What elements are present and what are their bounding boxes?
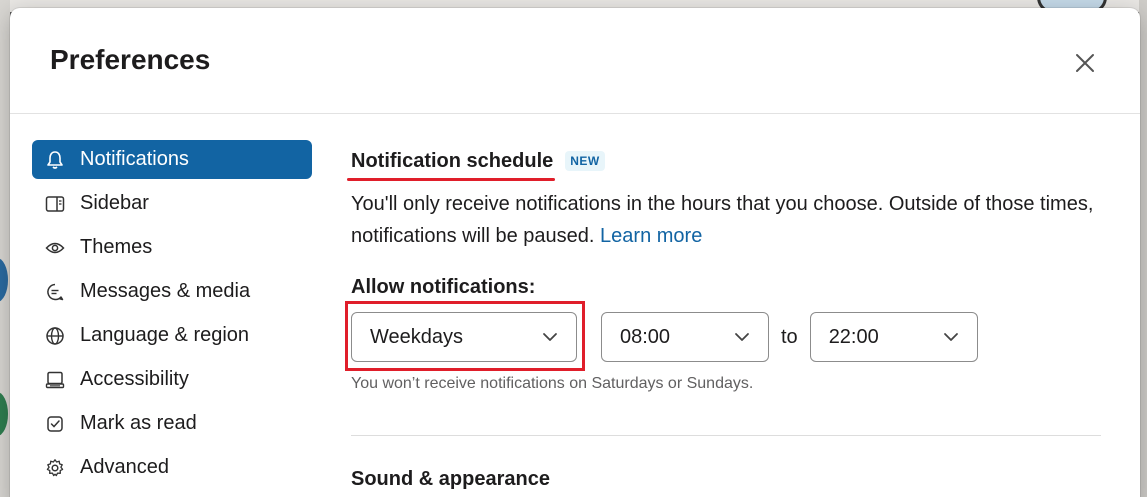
- sidebar-item-label: Notifications: [80, 148, 189, 170]
- sidebar-item-label: Messages & media: [80, 280, 251, 302]
- to-label: to: [781, 325, 798, 348]
- background-right-edge: [1139, 0, 1147, 497]
- check-square-icon: [44, 413, 66, 435]
- keyboard-icon: [44, 369, 66, 391]
- schedule-hint: You won’t receive notifications on Satur…: [351, 375, 754, 392]
- section-divider: [351, 435, 1101, 436]
- chevron-down-icon: [943, 333, 958, 341]
- gear-icon: [44, 457, 66, 479]
- section-description: You'll only receive notifications in the…: [351, 188, 1111, 252]
- allow-notifications-label: Allow notifications:: [351, 276, 536, 298]
- preferences-sidebar: Notifications Sidebar Themes Messages & …: [32, 140, 312, 492]
- start-time-select[interactable]: 08:00: [601, 312, 769, 362]
- sidebar-item-label: Mark as read: [80, 412, 197, 434]
- modal-title: Preferences: [50, 44, 211, 75]
- sidebar-item-language-region[interactable]: Language & region: [32, 316, 312, 355]
- sidebar-item-label: Advanced: [80, 456, 169, 478]
- modal-header: Preferences: [10, 8, 1140, 114]
- start-time-value: 08:00: [620, 325, 671, 348]
- sidebar-item-themes[interactable]: Themes: [32, 228, 312, 267]
- day-select-value: Weekdays: [370, 325, 464, 348]
- notifications-panel: Notification schedule NEW You'll only re…: [345, 148, 1111, 491]
- sidebar-item-mark-as-read[interactable]: Mark as read: [32, 404, 312, 443]
- learn-more-link[interactable]: Learn more: [600, 225, 702, 247]
- sound-appearance-title: Sound & appearance: [351, 468, 550, 490]
- eye-icon: [44, 237, 66, 259]
- section-header: Notification schedule NEW: [347, 148, 1111, 181]
- schedule-controls: Weekdays 08:00 to 22:00: [345, 301, 1111, 371]
- new-badge: NEW: [565, 151, 605, 171]
- sidebar-item-label: Sidebar: [80, 192, 149, 214]
- preferences-modal: Preferences Notifications Sidebar Themes: [10, 8, 1140, 497]
- chevron-down-icon: [735, 333, 749, 341]
- sidebar-item-label: Language & region: [80, 324, 250, 346]
- message-icon: [44, 281, 66, 303]
- close-button[interactable]: [1070, 48, 1100, 78]
- globe-icon: [44, 325, 66, 347]
- chevron-down-icon: [543, 333, 557, 341]
- sidebar-item-sidebar[interactable]: Sidebar: [32, 184, 312, 223]
- end-time-select[interactable]: 22:00: [809, 312, 978, 362]
- sidebar-icon: [44, 193, 66, 215]
- day-select[interactable]: Weekdays: [351, 312, 577, 362]
- sidebar-item-advanced[interactable]: Advanced: [32, 448, 312, 487]
- highlight-underline: [347, 178, 555, 181]
- bell-icon: [44, 149, 66, 171]
- section-title: Notification schedule: [351, 149, 554, 172]
- sidebar-item-notifications[interactable]: Notifications: [32, 140, 312, 179]
- description-text: You'll only receive notifications in the…: [351, 193, 1094, 247]
- close-icon: [1076, 54, 1094, 72]
- end-time-value: 22:00: [828, 325, 879, 348]
- sidebar-item-accessibility[interactable]: Accessibility: [32, 360, 312, 399]
- sidebar-item-label: Themes: [80, 236, 153, 258]
- sidebar-item-label: Accessibility: [80, 368, 189, 390]
- sidebar-item-messages-media[interactable]: Messages & media: [32, 272, 312, 311]
